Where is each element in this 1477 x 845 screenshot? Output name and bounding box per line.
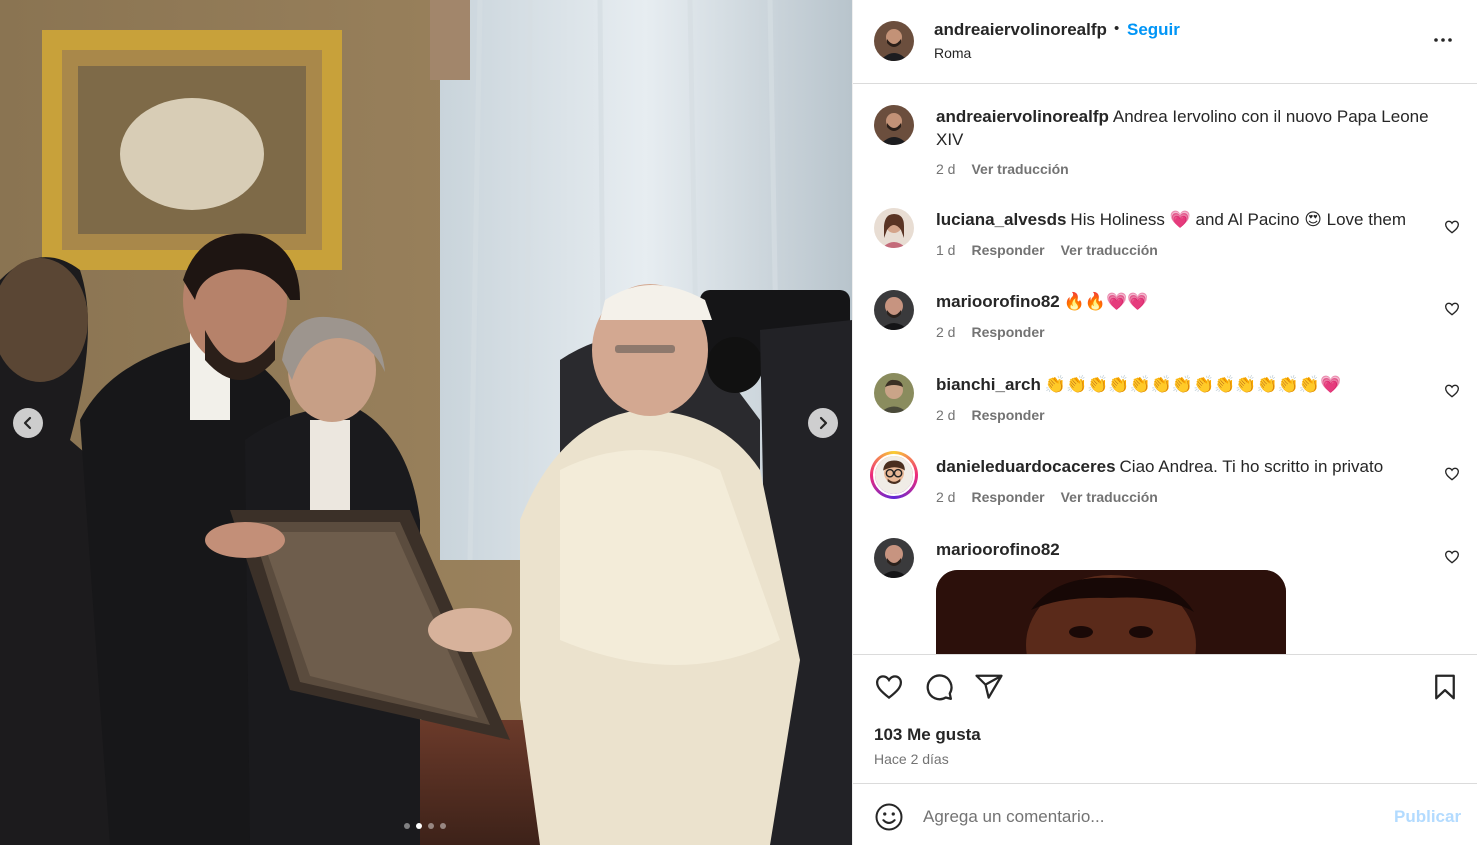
- comment-username[interactable]: luciana_alvesds: [936, 210, 1066, 229]
- comment-time[interactable]: 1 d: [936, 242, 955, 258]
- caption-avatar[interactable]: [874, 105, 914, 145]
- heart-icon[interactable]: [1444, 219, 1460, 235]
- comment-text: 👏👏👏👏👏👏👏👏👏👏👏👏👏💗: [1044, 375, 1342, 394]
- comment-text-block: bianchi_arch 👏👏👏👏👏👏👏👏👏👏👏👏👏💗: [936, 373, 1436, 396]
- comment-meta: 2 d Responder: [936, 407, 1045, 423]
- heart-icon[interactable]: [1444, 466, 1460, 482]
- comment-username[interactable]: danieleduardocaceres: [936, 457, 1116, 476]
- likes-count[interactable]: 103 Me gusta: [874, 725, 981, 745]
- comment-text-block: marioorofino82 🔥🔥💗💗: [936, 290, 1436, 313]
- bookmark-icon[interactable]: [1430, 672, 1460, 702]
- heart-icon[interactable]: [1444, 549, 1460, 565]
- comment-meta: 1 d Responder Ver traducción: [936, 242, 1158, 258]
- carousel-dot: [428, 823, 434, 829]
- comment-username[interactable]: marioorofino82: [936, 292, 1060, 311]
- reply-button[interactable]: Responder: [971, 407, 1044, 423]
- post-photo: [0, 0, 852, 845]
- emoji-icon[interactable]: [874, 802, 904, 832]
- like-heart-icon[interactable]: [874, 672, 904, 702]
- post-date[interactable]: Hace 2 días: [874, 751, 949, 767]
- owner-username[interactable]: andreaiervolinorealfp: [934, 20, 1107, 40]
- comment-meta: 2 d Responder: [936, 324, 1045, 340]
- comment-text: 🔥🔥💗💗: [1063, 292, 1149, 311]
- more-horizontal-icon[interactable]: [1431, 28, 1455, 52]
- comment-text-block: danieleduardocaceres Ciao Andrea. Ti ho s…: [936, 455, 1436, 478]
- comment-composer: Publicar: [853, 785, 1477, 845]
- comment-text-block: luciana_alvesds His Holiness 💗 and Al Pac…: [936, 208, 1436, 231]
- comment-text-block: marioorofino82: [936, 538, 1436, 561]
- post-location[interactable]: Roma: [934, 45, 971, 61]
- caption-meta: 2 d Ver traducción: [936, 161, 1069, 177]
- carousel-next-button[interactable]: [808, 408, 838, 438]
- comment-time[interactable]: 2 d: [936, 489, 955, 505]
- publish-button[interactable]: Publicar: [1394, 807, 1461, 827]
- reply-button[interactable]: Responder: [971, 242, 1044, 258]
- carousel-indicator: [404, 823, 446, 829]
- translate-link[interactable]: Ver traducción: [1061, 242, 1158, 258]
- share-send-icon[interactable]: [974, 672, 1004, 702]
- heart-icon[interactable]: [1444, 301, 1460, 317]
- caption-username[interactable]: andreaiervolinorealfp: [936, 107, 1109, 126]
- heart-icon[interactable]: [1444, 383, 1460, 399]
- comment-input[interactable]: [923, 804, 1363, 830]
- story-ring-avatar[interactable]: [870, 451, 918, 499]
- commenter-avatar[interactable]: [874, 538, 914, 578]
- caption-text-block: andreaiervolinorealfp Andrea Iervolino co…: [936, 105, 1436, 151]
- caption-translate-link[interactable]: Ver traducción: [971, 161, 1068, 177]
- comment-gif[interactable]: [936, 570, 1286, 654]
- commenter-avatar[interactable]: [874, 290, 914, 330]
- carousel-dot: [404, 823, 410, 829]
- separator-dot: •: [1114, 20, 1120, 37]
- follow-button[interactable]: Seguir: [1127, 20, 1180, 40]
- comment-username[interactable]: bianchi_arch: [936, 375, 1041, 394]
- comment-text: His Holiness 💗 and Al Pacino 😍 Love them: [1070, 210, 1407, 229]
- commenter-avatar[interactable]: [874, 373, 914, 413]
- comment-time[interactable]: 2 d: [936, 407, 955, 423]
- comment-username[interactable]: marioorofino82: [936, 540, 1060, 559]
- photo-scene: [0, 0, 852, 845]
- chevron-right-icon: [819, 416, 828, 430]
- reply-button[interactable]: Responder: [971, 489, 1044, 505]
- post-details-panel: andreaiervolinorealfp • Seguir Roma andr…: [852, 0, 1477, 845]
- reply-button[interactable]: Responder: [971, 324, 1044, 340]
- comment-text: Ciao Andrea. Ti ho scritto in privato: [1119, 457, 1384, 476]
- commenter-avatar[interactable]: [874, 208, 914, 248]
- translate-link[interactable]: Ver traducción: [1061, 489, 1158, 505]
- comments-list[interactable]: andreaiervolinorealfp Andrea Iervolino co…: [853, 85, 1477, 654]
- post-header: andreaiervolinorealfp • Seguir Roma: [853, 0, 1477, 84]
- comment-meta: 2 d Responder Ver traducción: [936, 489, 1158, 505]
- caption-time[interactable]: 2 d: [936, 161, 955, 177]
- comment-time[interactable]: 2 d: [936, 324, 955, 340]
- carousel-dot: [416, 823, 422, 829]
- comment-bubble-icon[interactable]: [924, 672, 954, 702]
- carousel-dot: [440, 823, 446, 829]
- post-actions: 103 Me gusta Hace 2 días: [853, 654, 1477, 784]
- chevron-left-icon: [23, 416, 32, 430]
- carousel-prev-button[interactable]: [13, 408, 43, 438]
- owner-avatar[interactable]: [874, 21, 914, 61]
